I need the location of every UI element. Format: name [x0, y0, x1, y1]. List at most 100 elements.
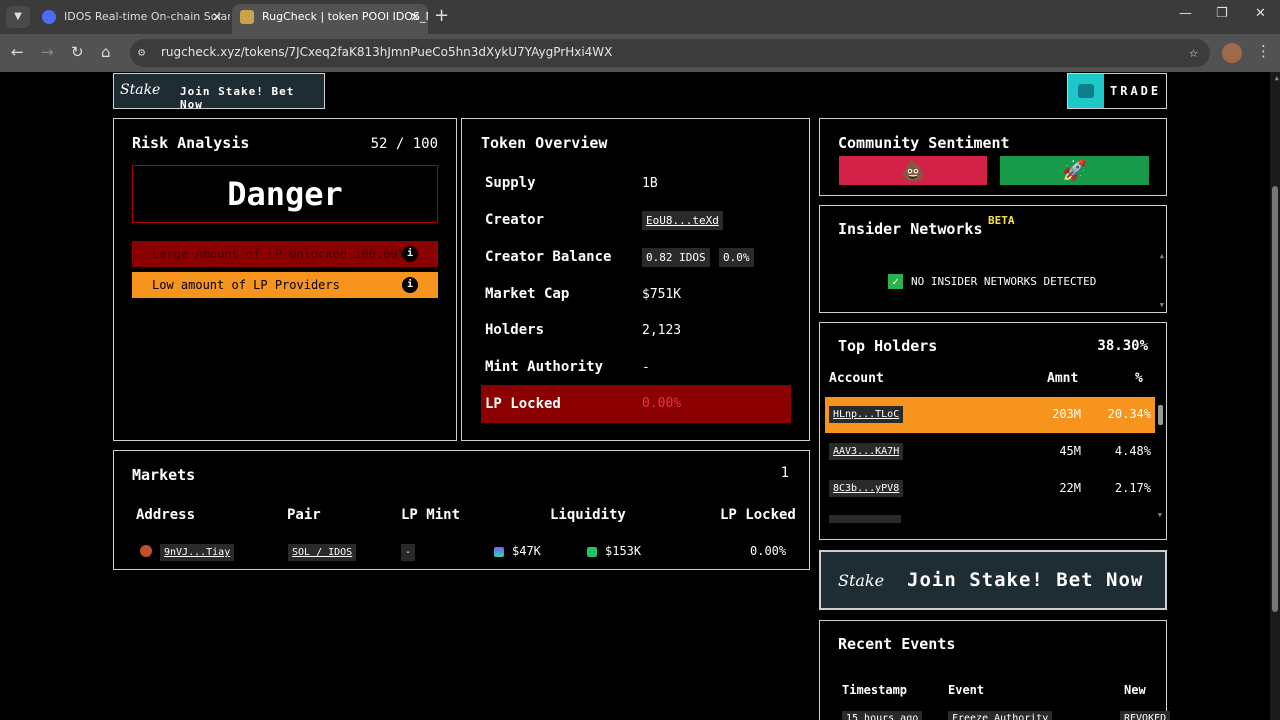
risk-item-label: Low amount of LP Providers — [152, 278, 340, 292]
recent-events-panel: Recent Events Timestamp Event New 15 hou… — [819, 620, 1171, 720]
risk-score: 52 / 100 — [370, 136, 438, 152]
insider-title: Insider Networks — [838, 220, 983, 238]
supply-label: Supply — [485, 175, 536, 191]
bookmark-star-icon[interactable]: ☆ — [1189, 43, 1198, 61]
holder-pct: 20.34% — [1107, 407, 1151, 421]
supply-value: 1B — [642, 176, 658, 191]
market-lp-mint-value: - — [401, 544, 416, 561]
tab-idos[interactable]: IDOS Real-time On-chain Solan ✕ — [34, 4, 230, 34]
token-icon — [587, 547, 597, 557]
tab-title: RugCheck | token POOI IDOS_M — [262, 10, 428, 23]
markets-panel: Markets 1 Address Pair LP Mint Liquidity… — [113, 450, 810, 570]
market-cap-label: Market Cap — [485, 286, 570, 302]
robot-icon — [1068, 74, 1104, 108]
risk-item-lp-providers: Low amount of LP Providers i — [132, 272, 438, 298]
market-address-link[interactable]: 9nVJ...Tiay — [160, 544, 235, 561]
insider-status: ✓ NO INSIDER NETWORKS DETECTED — [888, 274, 1096, 289]
lp-locked-label: LP Locked — [485, 396, 561, 412]
poop-icon: 💩 — [900, 158, 926, 182]
risk-analysis-panel: Risk Analysis 52 / 100 Danger Large Amou… — [113, 118, 457, 441]
holder-amount: 45M — [1059, 444, 1081, 458]
new-tab-button[interactable]: + — [434, 5, 449, 26]
reload-icon[interactable]: ↻ — [71, 43, 84, 61]
event-name: Freeze Authority — [948, 711, 1053, 720]
page-scrollbar-thumb[interactable] — [1272, 186, 1278, 612]
insider-networks-panel: Insider Networks BETA ✓ NO INSIDER NETWOR… — [819, 205, 1167, 313]
stake-ad-text: Join Stake! Bet Now — [180, 85, 295, 111]
markets-header-lp-mint: LP Mint — [401, 507, 461, 523]
holders-header-pct: % — [1135, 371, 1143, 386]
holders-header-account: Account — [829, 371, 884, 386]
markets-header-pair: Pair — [287, 507, 321, 523]
holder-row[interactable]: 8C3b...yPV8 22M 2.17% — [825, 471, 1155, 507]
holder-account-link[interactable]: HLnp...TLoC — [829, 406, 904, 423]
mint-authority-label: Mint Authority — [485, 359, 604, 375]
rocket-icon: 🚀 — [1062, 158, 1087, 182]
menu-kebab-icon[interactable]: ⋮ — [1256, 42, 1271, 60]
scroll-down-icon[interactable]: ▼ — [1160, 301, 1164, 309]
info-icon[interactable]: i — [402, 277, 418, 293]
url-text[interactable]: rugcheck.xyz/tokens/7JCxeq2faK813hJmnPue… — [161, 45, 612, 59]
overview-title: Token Overview — [481, 134, 608, 152]
holder-amount: 203M — [1052, 407, 1081, 421]
market-address: 9nVJ...Tiay — [140, 544, 235, 561]
creator-label: Creator — [485, 212, 545, 228]
scroll-up-icon[interactable]: ▲ — [1160, 252, 1164, 260]
holders-value: 2,123 — [642, 323, 682, 338]
token-overview-panel: Token Overview Supply 1B Creator EoU8...… — [461, 118, 810, 441]
holders-header-amount: Amnt — [1047, 371, 1079, 386]
vote-bad-button[interactable]: 💩 — [839, 156, 987, 185]
tab-rugcheck[interactable]: RugCheck | token POOI IDOS_M ✕ — [232, 4, 428, 34]
scroll-down-icon[interactable]: ▼ — [1158, 511, 1162, 519]
holder-row[interactable]: AAV3...KA7H 45M 4.48% — [825, 434, 1155, 470]
back-icon[interactable]: ← — [11, 43, 24, 61]
events-header-event: Event — [948, 683, 985, 697]
sentiment-title: Community Sentiment — [838, 134, 1010, 152]
markets-header-address: Address — [136, 507, 196, 523]
close-window-icon[interactable]: ✕ — [1255, 6, 1266, 21]
beta-badge: BETA — [988, 214, 1015, 227]
lp-locked-row: LP Locked 0.00% — [481, 385, 791, 423]
top-holders-panel: Top Holders 38.30% Account Amnt % HLnp..… — [819, 322, 1167, 540]
market-lp-mint: - — [401, 544, 416, 561]
stake-ad-banner[interactable]: Stake Join Stake! Bet Now — [819, 550, 1167, 610]
checkmark-icon: ✓ — [888, 274, 903, 289]
maximize-icon[interactable]: ❐ — [1216, 6, 1228, 21]
home-icon[interactable]: ⌂ — [101, 43, 111, 61]
solana-icon — [494, 547, 504, 557]
lp-locked-value: 0.00% — [642, 396, 682, 411]
trade-button[interactable]: TRADE — [1067, 73, 1167, 109]
community-sentiment-panel: Community Sentiment 💩 🚀 — [819, 118, 1167, 196]
risk-title: Risk Analysis — [132, 134, 250, 152]
holder-account-link[interactable]: 8C3b...yPV8 — [829, 480, 904, 497]
close-tab-icon[interactable]: ✕ — [212, 4, 222, 30]
vote-good-button[interactable]: 🚀 — [1000, 156, 1149, 185]
holders-scrollbar[interactable] — [1158, 405, 1163, 425]
holders-title: Top Holders — [838, 337, 938, 355]
forward-icon[interactable]: → — [41, 43, 54, 61]
site-info-icon[interactable]: ⚙ — [138, 45, 145, 59]
info-icon[interactable]: i — [402, 246, 418, 262]
address-bar[interactable]: ⚙ rugcheck.xyz/tokens/7JCxeq2faK813hJmnP… — [130, 39, 1210, 67]
risk-level-box: Danger — [132, 165, 438, 223]
minimize-icon[interactable]: — — [1179, 6, 1192, 21]
creator-link[interactable]: EoU8...teXd — [642, 211, 723, 230]
creator-balance-label: Creator Balance — [485, 249, 612, 265]
holder-account-link[interactable]: AAV3...KA7H — [829, 443, 904, 460]
profile-avatar[interactable] — [1222, 43, 1242, 63]
events-header-timestamp: Timestamp — [842, 683, 908, 697]
tab-title: IDOS Real-time On-chain Solan — [64, 10, 230, 23]
scroll-up-icon[interactable]: ▲ — [1275, 74, 1279, 82]
market-cap-value: $751K — [642, 287, 682, 302]
creator-balance-pct: 0.0% — [719, 248, 754, 267]
market-pair-link[interactable]: SOL / IDOS — [288, 544, 357, 561]
holder-row[interactable]: HLnp...TLoC 203M 20.34% — [825, 397, 1155, 433]
stake-ad-banner-top[interactable]: Stake Join Stake! Bet Now — [113, 73, 325, 111]
tab-search-button[interactable]: ▼ — [6, 6, 30, 28]
holder-row-partial — [829, 515, 901, 523]
close-tab-icon[interactable]: ✕ — [410, 4, 420, 30]
stake-logo: Stake — [838, 571, 885, 590]
events-header-new: New — [1124, 683, 1146, 697]
event-timestamp: 15 hours ago — [842, 711, 923, 720]
holder-pct: 4.48% — [1114, 444, 1151, 458]
